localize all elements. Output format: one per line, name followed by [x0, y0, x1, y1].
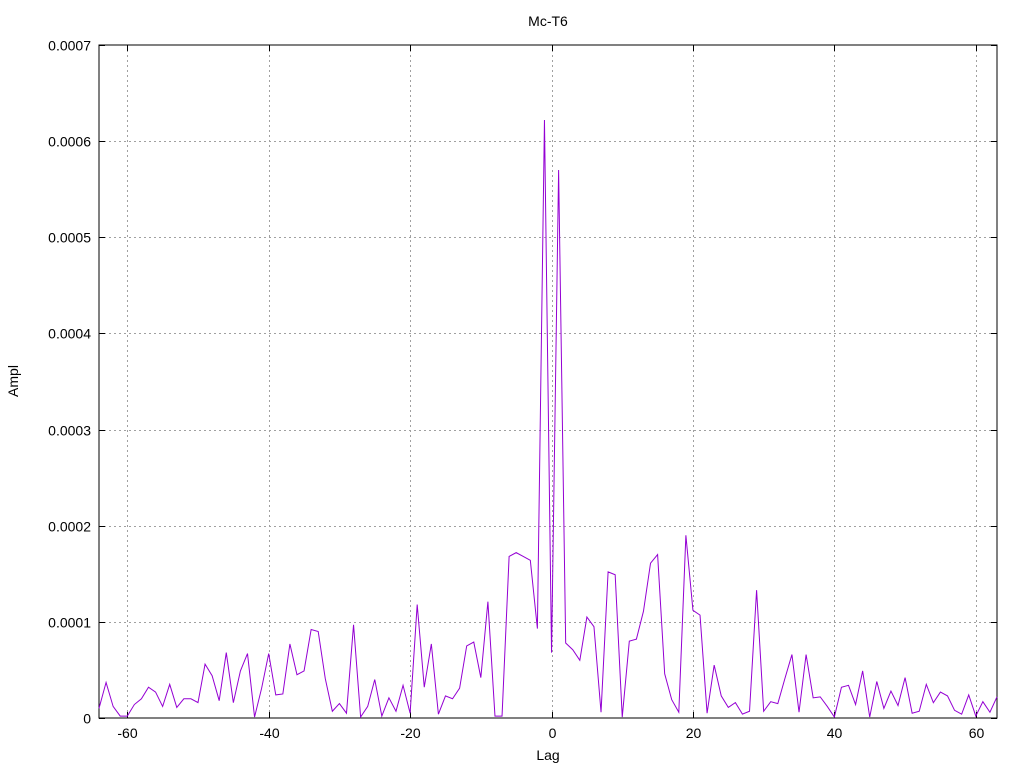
x-tick-label: 40 [827, 725, 843, 741]
x-tick-label: -40 [259, 725, 279, 741]
chart-title: Mc-T6 [528, 13, 568, 29]
x-tick-label: 60 [969, 725, 985, 741]
y-tick-label: 0.0005 [48, 230, 91, 246]
x-tick-label: -60 [117, 725, 137, 741]
y-tick-label: 0.0004 [48, 326, 91, 342]
chart: -60 -40 -20 0 20 40 60 0 0.0001 0.0002 0.0003 0.00… [5, 13, 998, 763]
x-tick-label: 20 [686, 725, 702, 741]
x-tick-label: -20 [400, 725, 420, 741]
x-axis-label: Lag [536, 747, 559, 763]
y-tick-label: 0.0001 [48, 615, 91, 631]
series-line [98, 119, 998, 719]
y-tick-label: 0 [83, 711, 91, 727]
y-axis-label: Ampl [5, 365, 21, 397]
x-tick-label: 0 [549, 725, 557, 741]
y-tick-labels: 0 0.0001 0.0002 0.0003 0.0004 0.0005 0.0006 0.0… [48, 38, 91, 727]
y-tick-label: 0.0007 [48, 38, 91, 54]
y-tick-label: 0.0003 [48, 423, 91, 439]
x-tick-labels: -60 -40 -20 0 20 40 60 [117, 725, 984, 741]
y-tick-label: 0.0002 [48, 519, 91, 535]
y-tick-label: 0.0006 [48, 134, 91, 150]
